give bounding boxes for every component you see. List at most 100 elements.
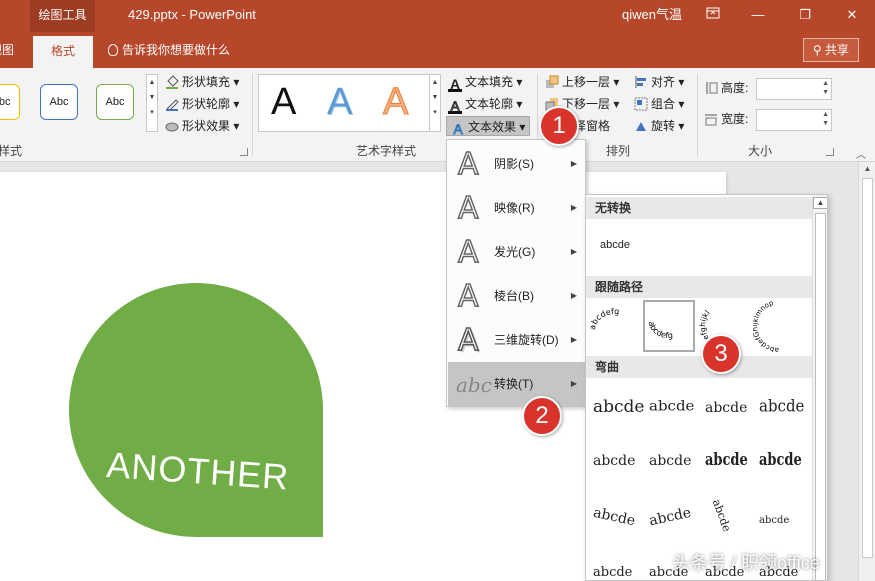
text-outline-button[interactable]: A 文本轮廓 ▾ <box>448 94 522 114</box>
scroll-thumb[interactable] <box>862 178 873 558</box>
transform-gallery: 无转换 abcde 跟随路径 abcdefg abcdefg abcdefghi… <box>585 194 828 581</box>
gallery-scrollbar[interactable]: ▲ <box>812 195 827 580</box>
glow-a-icon: A <box>457 234 479 271</box>
warp-sample: abcde <box>649 453 692 469</box>
group-divider <box>252 74 253 156</box>
width-label: 宽度: <box>704 109 748 129</box>
warp-can-up[interactable]: abcde <box>701 439 753 491</box>
wordart-sample-blue[interactable]: A <box>327 81 352 124</box>
step-badge-2: 2 <box>522 396 562 436</box>
tell-me-search[interactable]: 告诉我你想要做什么 <box>108 32 230 68</box>
warp-wave-2[interactable]: abcde <box>645 495 697 547</box>
shape-styles-scroll[interactable]: ▲ ▼ ▾ <box>146 74 158 132</box>
arch-up-icon: abcdefg <box>588 307 620 331</box>
menu-item-label: 阴影(S) <box>494 157 534 171</box>
text-fill-a-icon: A <box>448 76 462 92</box>
warp-button[interactable]: abcde <box>755 495 807 547</box>
button-path-text: abcdefGhijklmnop <box>751 299 779 354</box>
ribbon-display-options-button[interactable] <box>693 0 733 30</box>
teardrop-shape[interactable] <box>69 283 323 537</box>
height-field[interactable]: ▲ ▼ <box>756 78 832 100</box>
wordart-styles-scroll[interactable]: ▲ ▼ ▾ <box>429 74 441 132</box>
svg-text:abcdefg: abcdefg <box>589 307 619 331</box>
warp-sample: abcde <box>593 565 633 580</box>
text-outline-a-icon: A <box>448 99 462 114</box>
align-button[interactable]: 对齐 ▾ <box>634 72 684 92</box>
minimize-button[interactable]: — <box>738 0 778 30</box>
warp-curve-up[interactable]: abcde <box>589 439 641 491</box>
warp-plain[interactable]: abcde <box>589 383 644 435</box>
warp-arch-up[interactable]: abcde <box>645 383 697 435</box>
tab-view[interactable]: 视图 <box>0 32 14 68</box>
warp-curve-down[interactable]: abcde <box>645 439 697 491</box>
step-badge-3: 3 <box>701 334 741 374</box>
shape-fill-button[interactable]: 形状填充 ▾ <box>165 72 239 92</box>
shape-effects-button[interactable]: 形状效果 ▾ <box>165 116 239 136</box>
share-label: 共享 <box>825 43 850 57</box>
shape-style-sample[interactable]: Abc <box>0 84 20 120</box>
spin-down-icon[interactable]: ▼ <box>822 120 829 127</box>
warp-arch-down[interactable]: abcde <box>701 383 753 435</box>
text-effects-label: 文本效果 <box>468 120 517 134</box>
width-label-text: 宽度: <box>721 112 749 126</box>
text-fill-button[interactable]: A 文本填充 ▾ <box>448 72 522 92</box>
bring-forward-label: 上移一层 <box>562 75 611 89</box>
text-outline-label: 文本轮廓 <box>465 97 514 111</box>
tab-format[interactable]: 格式 <box>33 36 93 68</box>
follow-path-button[interactable]: abcdefGhijklmnop <box>751 299 805 354</box>
width-field[interactable]: ▲ ▼ <box>756 109 832 131</box>
vertical-scrollbar[interactable]: ▲ <box>858 162 875 581</box>
arch-up-text: abcdefg <box>588 307 620 331</box>
menu-item-transform[interactable]: abc 转换(T) ▶ <box>448 362 585 406</box>
submenu-arrow-icon: ▶ <box>570 379 577 388</box>
warp-heading: 弯曲 <box>586 356 812 378</box>
spin-down-icon[interactable]: ▼ <box>822 89 829 96</box>
follow-path-arch-up[interactable]: abcdefg <box>588 300 641 352</box>
dialog-launcher-icon[interactable] <box>240 148 248 156</box>
warp-wave[interactable]: abcde <box>589 495 641 547</box>
shape-style-sample[interactable]: Abc <box>96 84 134 120</box>
follow-path-heading: 跟随路径 <box>586 276 812 298</box>
user-name[interactable]: qiwen气温 <box>622 0 682 30</box>
shadow-a-icon: A <box>457 146 479 183</box>
align-label: 对齐 <box>651 75 676 89</box>
align-icon <box>635 76 646 88</box>
text-effects-button[interactable]: A 文本效果 ▾ <box>446 116 531 137</box>
shape-style-sample[interactable]: Abc <box>40 84 78 120</box>
warp-can-down[interactable]: abcde <box>755 439 807 491</box>
menu-item-shadow[interactable]: A 阴影(S) ▶ <box>448 142 585 186</box>
bring-forward-button[interactable]: 上移一层 ▾ <box>545 72 619 92</box>
follow-path-arch-down[interactable]: abcdefg <box>643 300 695 352</box>
warp-sample: abcde <box>759 450 802 471</box>
no-transform-option[interactable]: abcde <box>600 239 630 251</box>
maximize-button[interactable]: ❐ <box>785 0 825 30</box>
collapse-ribbon-icon[interactable]: ︿ <box>856 146 866 161</box>
wordart-sample-black[interactable]: A <box>271 81 296 124</box>
wordart-sample-orange[interactable]: A <box>382 81 408 124</box>
menu-item-glow[interactable]: A 发光(G) ▶ <box>448 230 585 274</box>
scroll-up-icon[interactable]: ▲ <box>859 162 875 176</box>
menu-item-bevel[interactable]: A 棱台(B) ▶ <box>448 274 585 318</box>
warp-sample: abcde <box>649 397 695 415</box>
share-button[interactable]: ⚲ 共享 <box>803 38 859 62</box>
group-button[interactable]: 组合 ▾ <box>634 94 684 114</box>
spin-up-icon[interactable]: ▲ <box>822 80 829 87</box>
scroll-up-icon[interactable]: ▲ <box>813 197 827 209</box>
menu-item-label: 棱台(B) <box>494 289 534 303</box>
text-fill-label: 文本填充 <box>465 75 514 89</box>
arch-down-icon: abcdefg <box>647 321 673 340</box>
menu-item-reflection[interactable]: A 映像(R) ▶ <box>448 186 585 230</box>
close-button[interactable]: ✕ <box>832 0 872 30</box>
gallery-scroll-thumb[interactable] <box>815 213 826 580</box>
warp-row4-1[interactable]: abcde <box>589 551 641 580</box>
rotate-button[interactable]: 旋转 ▾ <box>634 116 684 136</box>
warp-circle-2[interactable]: abcde <box>701 495 753 547</box>
ribbon-tabs: 视图 格式 告诉我你想要做什么 ⚲ 共享 <box>0 32 875 68</box>
reflection-a-icon: A <box>457 190 479 227</box>
shape-outline-button[interactable]: 形状轮廓 ▾ <box>165 94 239 114</box>
dialog-launcher-icon[interactable] <box>826 148 834 156</box>
spin-up-icon[interactable]: ▲ <box>822 111 829 118</box>
warp-circle[interactable]: abcde <box>755 383 807 435</box>
menu-item-3d-rotation[interactable]: A 三维旋转(D) ▶ <box>448 318 585 362</box>
bevel-a-icon: A <box>457 278 479 315</box>
